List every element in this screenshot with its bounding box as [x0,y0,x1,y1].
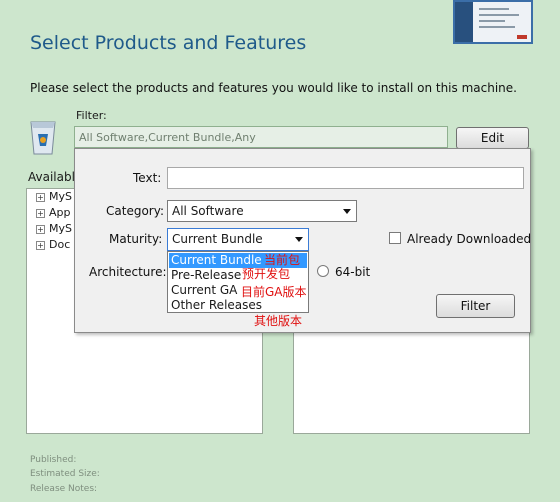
filter-button[interactable]: Filter [436,294,515,318]
published-label: Published: [30,455,77,465]
category-label: Category: [106,204,164,218]
annotation-current-ga: 目前GA版本 [241,285,307,299]
expand-icon[interactable]: + [36,208,45,218]
chevron-down-icon [295,237,303,242]
tree-item[interactable]: + MyS [36,190,72,203]
page-subtitle: Please select the products and features … [30,81,517,95]
already-downloaded-checkbox[interactable] [389,232,401,244]
expand-icon[interactable]: + [36,192,45,202]
maturity-label: Maturity: [109,232,163,246]
filter-field[interactable]: All Software,Current Bundle,Any [74,126,448,148]
tree-item[interactable]: + App [36,206,71,219]
maturity-option-other-releases[interactable]: Other Releases [169,298,307,313]
arch-64bit-radio[interactable] [317,265,329,277]
text-label: Text: [133,171,162,185]
package-icon [30,121,56,155]
annotation-other-releases: 其他版本 [254,314,303,328]
maturity-select[interactable]: Current Bundle [167,228,309,251]
chevron-down-icon [343,209,351,214]
preview-thumbnail [453,0,533,44]
filter-label: Filter: [76,109,107,122]
text-input[interactable] [167,167,524,189]
tree-item[interactable]: + Doc [36,238,70,251]
estimated-size-label: Estimated Size: [30,469,100,479]
tree-item[interactable]: + MyS [36,222,72,235]
annotation-pre-release: 预开发包 [242,267,291,281]
category-select[interactable]: All Software [167,200,357,222]
release-notes-label: Release Notes: [30,484,98,494]
already-downloaded-label: Already Downloaded [407,232,532,246]
architecture-label: Architecture: [89,265,167,279]
selected-products-panel[interactable] [293,318,530,434]
page-title: Select Products and Features [30,32,307,54]
expand-icon[interactable]: + [36,224,45,234]
edit-button[interactable]: Edit [456,127,529,149]
arch-64bit-label: 64-bit [335,265,371,279]
expand-icon[interactable]: + [36,240,45,250]
